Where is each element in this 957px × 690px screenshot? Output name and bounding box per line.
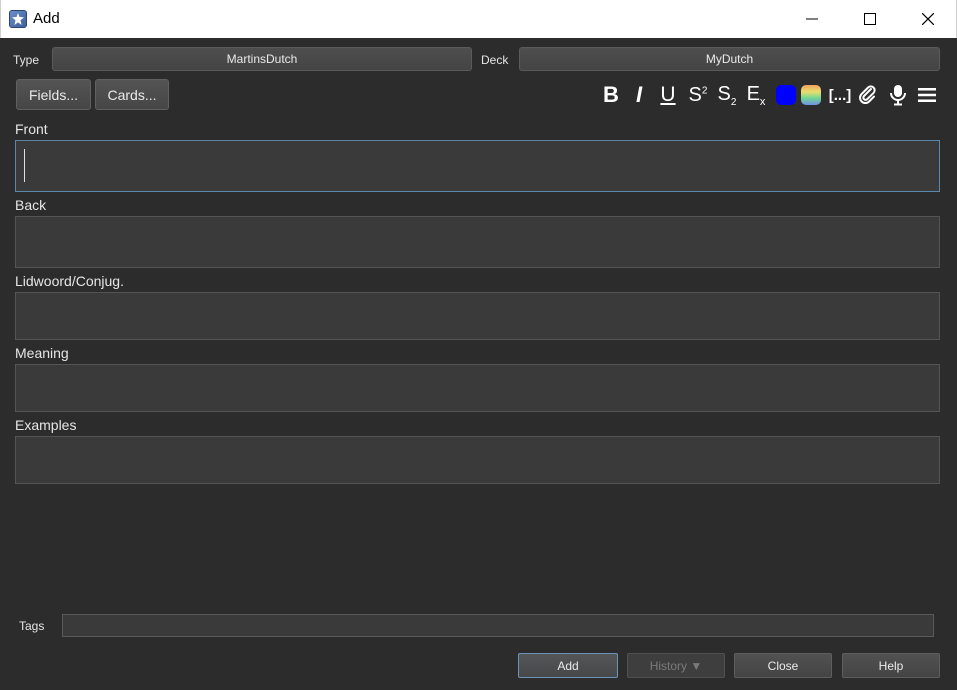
underline-button[interactable]: U [657,82,679,108]
close-icon [922,13,934,25]
note-type-selector[interactable]: MartinsDutch [52,47,472,71]
field-label-examples: Examples [15,417,77,433]
maximize-button[interactable] [841,0,899,38]
minimize-button[interactable] [783,0,841,38]
text-color-swatch-icon [776,85,796,105]
field-editor-meaning[interactable] [15,364,940,412]
anki-app-icon [9,10,27,28]
deck-selector[interactable]: MyDutch [519,47,940,71]
minimize-icon [806,18,818,20]
type-label: Type [13,53,40,67]
text-caret [24,149,25,182]
field-label-lidwoord-conjug: Lidwoord/Conjug. [15,273,124,289]
hamburger-menu-icon [918,88,936,102]
paperclip-icon [859,85,876,105]
field-label-back: Back [15,197,47,213]
clear-format-icon: Ex [746,82,766,108]
tags-input[interactable] [62,614,934,637]
close-button[interactable]: Close [734,653,832,678]
add-button[interactable]: Add [518,653,618,678]
deck-label: Deck [481,53,509,67]
subscript-icon: S2 [717,82,737,108]
maximize-icon [864,13,876,25]
italic-icon: I [635,82,643,107]
clear-formatting-button[interactable]: Ex [744,82,768,108]
cards-button[interactable]: Cards... [95,79,169,110]
subscript-button[interactable]: S2 [715,82,739,108]
fields-button[interactable]: Fields... [16,79,91,110]
field-editor-back[interactable] [15,216,940,268]
superscript-icon: S2 [688,83,708,106]
rainbow-color-icon [801,85,821,105]
field-label-meaning: Meaning [15,345,69,361]
cloze-icon: [...] [828,86,852,104]
field-editor-examples[interactable] [15,436,940,484]
field-editor-front[interactable] [15,140,940,192]
close-window-button[interactable] [899,0,957,38]
change-color-button[interactable] [800,82,822,108]
field-editor-lidwoord-conjug[interactable] [15,292,940,340]
more-options-button[interactable] [916,82,938,108]
italic-button[interactable]: I [629,82,649,108]
history-button[interactable]: History ▼ [627,653,725,678]
field-label-front: Front [15,121,48,137]
bold-button[interactable]: B [600,82,622,108]
attach-button[interactable] [857,82,879,108]
tags-label: Tags [19,619,45,633]
window-title: Add [33,10,60,27]
underline-icon: U [660,83,676,106]
record-audio-button[interactable] [887,82,909,108]
title-bar: Add [0,0,957,38]
superscript-button[interactable]: S2 [686,82,710,108]
text-color-button[interactable] [775,82,797,108]
cloze-button[interactable]: [...] [827,82,853,108]
help-button[interactable]: Help [842,653,940,678]
bold-icon: B [603,82,619,107]
microphone-icon [890,85,906,106]
